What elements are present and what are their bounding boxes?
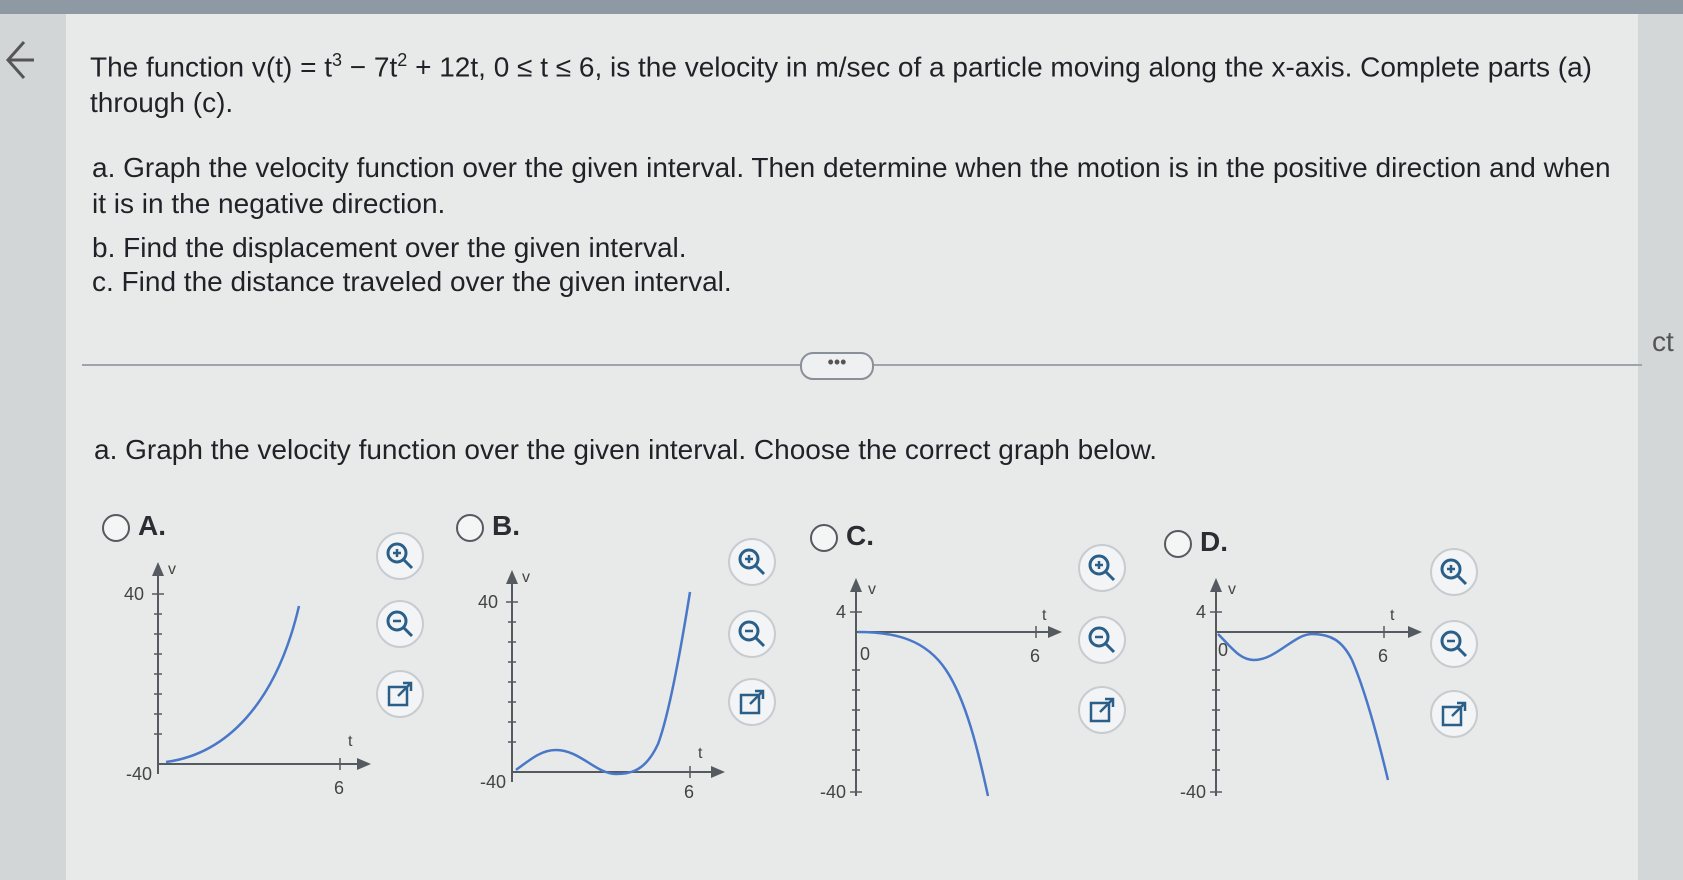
zoom-out-icon bbox=[386, 610, 414, 638]
sub-prompt: a. Graph the velocity function over the … bbox=[94, 434, 1158, 465]
zoom-in-button-c[interactable] bbox=[1078, 544, 1126, 592]
x-axis-arrow bbox=[357, 758, 371, 770]
y-bottom-label: -40 bbox=[820, 782, 846, 802]
y-bottom-label: -40 bbox=[480, 772, 506, 792]
zoom-in-button-d[interactable] bbox=[1430, 548, 1478, 596]
y-axis-label: v bbox=[168, 561, 176, 578]
velocity-curve bbox=[1217, 632, 1390, 781]
y-bottom-label: -40 bbox=[126, 764, 152, 784]
left-rail bbox=[0, 14, 66, 880]
zoom-out-button-b[interactable] bbox=[728, 610, 776, 658]
y-axis-label: v bbox=[1228, 581, 1236, 598]
zoom-in-icon bbox=[1440, 558, 1468, 586]
open-new-window-icon bbox=[387, 681, 413, 707]
x-axis-label: t bbox=[1042, 607, 1047, 624]
zoom-in-icon bbox=[1088, 554, 1116, 582]
y-top-label: 40 bbox=[478, 592, 498, 612]
part-a-text: a. Graph the velocity function over the … bbox=[92, 152, 1611, 219]
y-top-label: 40 bbox=[124, 584, 144, 604]
zoom-out-icon bbox=[1088, 626, 1116, 654]
zoom-out-icon bbox=[1440, 630, 1468, 658]
x-tick-label: 6 bbox=[1030, 646, 1040, 666]
option-c-label: C. bbox=[846, 520, 874, 551]
velocity-curve bbox=[515, 591, 692, 776]
y-axis-arrow bbox=[506, 570, 518, 584]
part-b-text: b. Find the displacement over the given … bbox=[92, 232, 687, 263]
x-tick-label: 6 bbox=[334, 778, 344, 798]
radio-a[interactable] bbox=[102, 514, 130, 542]
right-rail bbox=[1638, 14, 1683, 880]
y-axis-arrow bbox=[1210, 578, 1222, 592]
y-axis-label: v bbox=[522, 569, 530, 586]
open-new-window-icon bbox=[739, 689, 765, 715]
part-c-text: c. Find the distance traveled over the g… bbox=[92, 266, 732, 297]
open-graph-button-a[interactable] bbox=[376, 670, 424, 718]
x-tick-label: 6 bbox=[684, 782, 694, 802]
back-arrow-icon[interactable] bbox=[4, 34, 38, 86]
option-b-label: B. bbox=[492, 510, 520, 541]
option-d-label: D. bbox=[1200, 526, 1228, 557]
y-axis-arrow bbox=[152, 562, 164, 576]
radio-d[interactable] bbox=[1164, 530, 1192, 558]
x-axis-label: t bbox=[1390, 607, 1395, 624]
zoom-out-icon bbox=[738, 620, 766, 648]
open-new-window-icon bbox=[1441, 701, 1467, 727]
zoom-in-icon bbox=[738, 548, 766, 576]
x-axis-label: t bbox=[698, 745, 703, 762]
open-graph-button-b[interactable] bbox=[728, 678, 776, 726]
radio-b[interactable] bbox=[456, 514, 484, 542]
question-panel: The function v(t) = t3 − 7t2 + 12t, 0 ≤ … bbox=[66, 14, 1642, 880]
x-tick-label: 6 bbox=[1378, 646, 1388, 666]
origin-label: 0 bbox=[860, 644, 870, 664]
x-axis-label: t bbox=[348, 733, 353, 750]
question-text: The function v(t) = t3 − 7t2 + 12t, 0 ≤ … bbox=[90, 50, 1592, 119]
zoom-out-button-a[interactable] bbox=[376, 600, 424, 648]
option-a-label: A. bbox=[138, 510, 166, 541]
side-text: ct bbox=[1652, 326, 1674, 357]
x-axis-arrow bbox=[711, 766, 725, 778]
y-bottom-label: -40 bbox=[1180, 782, 1206, 802]
zoom-out-button-d[interactable] bbox=[1430, 620, 1478, 668]
zoom-out-button-c[interactable] bbox=[1078, 616, 1126, 664]
open-graph-button-d[interactable] bbox=[1430, 690, 1478, 738]
zoom-in-icon bbox=[386, 542, 414, 570]
more-button[interactable]: ••• bbox=[800, 352, 874, 380]
y-top-label: 4 bbox=[836, 602, 846, 622]
open-graph-button-c[interactable] bbox=[1078, 686, 1126, 734]
y-axis-arrow bbox=[850, 578, 862, 592]
top-bar bbox=[0, 0, 1683, 14]
velocity-curve bbox=[857, 630, 990, 797]
zoom-in-button-b[interactable] bbox=[728, 538, 776, 586]
y-top-label: 4 bbox=[1196, 602, 1206, 622]
x-axis-arrow bbox=[1408, 626, 1422, 638]
velocity-curve bbox=[165, 605, 301, 764]
radio-c[interactable] bbox=[810, 524, 838, 552]
open-new-window-icon bbox=[1089, 697, 1115, 723]
zoom-in-button-a[interactable] bbox=[376, 532, 424, 580]
y-axis-label: v bbox=[868, 581, 876, 598]
x-axis-arrow bbox=[1048, 626, 1062, 638]
